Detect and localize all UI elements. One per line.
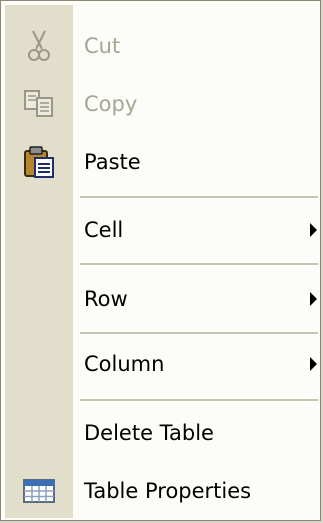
menu-item-table-properties[interactable]: Table Properties [5, 462, 318, 520]
menu-item-copy[interactable]: Copy [5, 75, 318, 133]
paste-icon [5, 133, 73, 191]
menu-item-label: Table Properties [84, 479, 252, 503]
table-properties-icon [5, 462, 73, 520]
menu-item-label: Copy [84, 92, 138, 116]
menu-item-label: Cell [84, 218, 124, 242]
menu-separator [80, 332, 318, 334]
menu-item-label: Row [84, 287, 128, 311]
menu-item-label: Column [84, 352, 165, 376]
menu-item-cell[interactable]: Cell [5, 201, 318, 259]
menu-item-label: Paste [84, 150, 141, 174]
menu-item-column[interactable]: Column [5, 335, 318, 393]
menu-item-delete-table[interactable]: Delete Table [5, 404, 318, 462]
submenu-arrow-icon [310, 357, 317, 371]
submenu-arrow-icon [310, 223, 317, 237]
menu-item-row[interactable]: Row [5, 270, 318, 328]
menu-item-cut[interactable]: Cut [5, 17, 318, 75]
scissors-icon [5, 17, 73, 75]
copy-icon [5, 75, 73, 133]
menu-separator [80, 263, 318, 265]
menu-separator [80, 399, 318, 401]
context-menu: Cut Copy Paste Cell Row Column Delete Ta… [0, 0, 321, 521]
menu-item-label: Cut [84, 34, 121, 58]
menu-item-paste[interactable]: Paste [5, 133, 318, 191]
submenu-arrow-icon [310, 292, 317, 306]
menu-item-label: Delete Table [84, 421, 214, 445]
menu-separator [80, 196, 318, 198]
